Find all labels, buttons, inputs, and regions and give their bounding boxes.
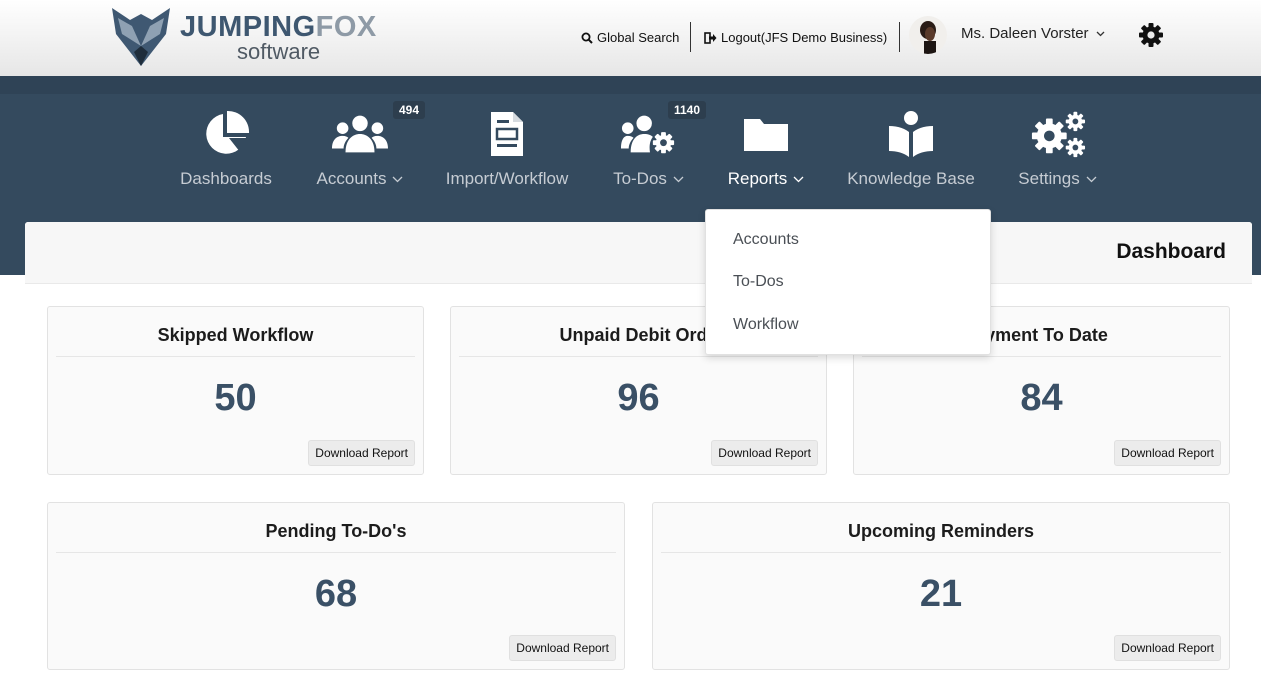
divider [899,22,900,52]
user-photo-icon [920,21,936,54]
nav-label: Settings [1010,169,1105,189]
logout-link[interactable]: Logout(JFS Demo Business) [704,29,887,47]
card-value: 68 [314,573,358,615]
fox-icon [112,8,170,66]
nav-todos-label: To-Dos [613,169,667,188]
page-title: Dashboard [1116,240,1226,263]
chevron-down-icon [793,176,804,182]
nav-reports-label: Reports [727,169,788,188]
card-value: 50 [214,377,257,419]
nav-reports[interactable]: Reports [720,76,812,210]
nav-settings[interactable]: Settings [1010,76,1105,210]
global-search-link[interactable]: Global Search [581,29,679,47]
nav-knowledge-label: Knowledge Base [847,169,975,188]
card-value: 96 [617,377,660,419]
gears-icon [1030,110,1086,158]
upcoming-reminders-card: Upcoming Reminders 21 Download Report [652,502,1230,670]
nav-label: Knowledge Base [842,169,980,189]
top-bar: JUMPINGFOX software Global Search Logout… [0,0,1261,76]
settings-gear-button[interactable] [1138,22,1164,48]
gear-icon [1139,23,1163,47]
card-title: Pending To-Do's [56,521,616,553]
download-report-button[interactable]: Download Report [711,440,818,466]
chevron-down-icon [673,176,684,182]
dashboard-panel: Dashboard Skipped Workflow 50 Download R… [25,222,1252,685]
menu-item-workflow[interactable]: Workflow [733,316,799,334]
download-report-button[interactable]: Download Report [1114,440,1221,466]
nav-settings-label: Settings [1018,169,1080,188]
logo-wordmark: JUMPINGFOX [180,12,377,42]
download-report-button[interactable]: Download Report [308,440,415,466]
chevron-down-icon [1096,31,1105,36]
todos-count-badge: 1140 [668,101,707,119]
nav-label: Dashboards [170,169,282,189]
nav-knowledge-base[interactable]: Knowledge Base [842,76,980,210]
user-name: Ms. Daleen Vorster [961,25,1089,42]
nav-accounts[interactable]: 494 Accounts [305,76,426,210]
search-icon [581,32,593,44]
main-nav: Dashboards 494 Accounts Import/Workflow … [0,76,1261,210]
download-report-button[interactable]: Download Report [509,635,616,661]
sign-out-icon [704,32,717,44]
card-title: Upcoming Reminders [661,521,1221,553]
nav-import-label: Import/Workflow [445,169,569,188]
global-search-label: Global Search [597,30,680,45]
logo-subtitle: software [237,39,321,64]
skipped-workflow-card: Skipped Workflow 50 Download Report [47,306,424,475]
chevron-down-icon [1086,176,1097,182]
book-reader-icon [883,110,939,158]
reports-dropdown-menu: Accounts To-Dos Workflow [705,209,991,355]
nav-dashboards-label: Dashboards [180,169,272,188]
nav-label: Reports [720,169,812,189]
pending-todos-card: Pending To-Do's 68 Download Report [47,502,625,670]
divider [690,22,691,52]
chevron-down-icon [393,176,403,182]
nav-label: To-Dos [600,169,697,189]
logout-label: Logout(JFS Demo Business) [721,30,888,45]
accounts-count-badge: 494 [393,101,426,119]
nav-dashboards[interactable]: Dashboards [170,76,282,210]
nav-label: Import/Workflow [442,169,572,189]
document-icon [479,110,535,158]
pie-chart-icon [198,110,254,158]
card-value: 84 [1020,377,1063,419]
menu-item-todos[interactable]: To-Dos [733,273,784,291]
nav-import-workflow[interactable]: Import/Workflow [442,76,572,210]
user-menu[interactable]: Ms. Daleen Vorster [961,25,1105,42]
menu-item-accounts[interactable]: Accounts [733,231,799,249]
card-title: Skipped Workflow [56,325,415,357]
avatar[interactable] [909,16,947,54]
users-icon [332,110,388,158]
folder-icon [738,110,794,158]
jumpingfox-logo[interactable]: JUMPINGFOX software [110,4,390,70]
nav-label: Accounts [305,169,415,189]
card-value: 21 [919,573,963,615]
nav-accounts-label: Accounts [316,169,387,188]
panel-header: Dashboard [25,222,1252,284]
download-report-button[interactable]: Download Report [1114,635,1221,661]
logo-word-fox: FOX [315,11,377,43]
nav-todos[interactable]: 1140 To-Dos [600,76,707,210]
